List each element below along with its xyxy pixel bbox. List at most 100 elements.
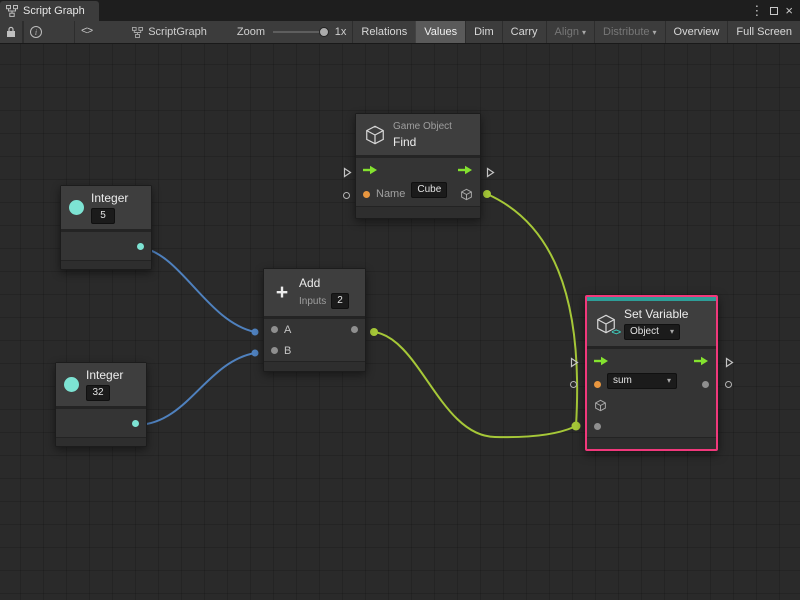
node-header: Game Object Find (356, 114, 480, 158)
graph-toolbar: i <> ScriptGraph Zoom 1x Relations Value… (0, 21, 800, 44)
values-label: Values (424, 26, 457, 38)
breadcrumb-label: ScriptGraph (148, 26, 207, 38)
find-flow-input-port[interactable] (343, 167, 352, 178)
maximize-button[interactable] (770, 7, 778, 15)
wire-integer5-to-add-a[interactable] (143, 248, 255, 332)
distribute-button[interactable]: Distribute ▾ (594, 21, 664, 43)
zoom-value: 1x (335, 26, 347, 38)
find-name-input-port[interactable] (343, 192, 350, 199)
node-header: <> Set Variable Object ▾ (587, 301, 716, 349)
variable-scope-value: Object (630, 326, 659, 338)
code-icon: <> (81, 26, 92, 38)
wire-integer32-to-add-b[interactable] (138, 353, 255, 425)
node-title: Integer (86, 368, 123, 382)
chevron-down-icon: ▾ (653, 28, 657, 37)
target-object-port[interactable] (594, 399, 607, 412)
setvariable-name-input-port[interactable] (570, 381, 577, 388)
wire-add-to-setvariable[interactable] (374, 332, 574, 437)
variable-name-dropdown[interactable]: sum ▾ (607, 373, 677, 389)
wire-find-to-setvariable[interactable] (487, 194, 577, 426)
lock-button[interactable] (0, 21, 23, 43)
node-title: Integer (91, 191, 128, 205)
flow-in-arrow-icon[interactable] (363, 165, 378, 175)
name-input-port[interactable] (363, 191, 370, 198)
variable-name-value: sum (613, 375, 632, 387)
integer-value-field[interactable]: 5 (91, 208, 115, 224)
integer-output-port[interactable] (132, 420, 139, 427)
graph-canvas[interactable]: Integer 5 Integer 32 (0, 44, 800, 600)
add-input-a-label: A (284, 324, 291, 336)
add-sum-output-port[interactable] (351, 326, 358, 333)
flow-out-arrow-icon[interactable] (458, 165, 473, 175)
game-object-output-port[interactable] (460, 188, 473, 201)
inputs-count-field[interactable]: 2 (331, 293, 349, 309)
integer-value-field[interactable]: 32 (86, 385, 110, 401)
dim-button[interactable]: Dim (465, 21, 502, 43)
node-header: Integer 32 (56, 363, 146, 409)
add-input-a-port[interactable] (271, 326, 278, 333)
carry-button[interactable]: Carry (502, 21, 546, 43)
setvariable-flow-output-port[interactable] (725, 357, 734, 368)
zoom-slider-handle[interactable] (319, 27, 329, 37)
close-button[interactable]: × (785, 4, 793, 17)
zoom-label: Zoom (237, 26, 265, 38)
find-node[interactable]: Game Object Find Name Cube (355, 113, 481, 219)
relations-label: Relations (361, 26, 407, 38)
variable-output-port[interactable] (702, 381, 709, 388)
align-label: Align (555, 26, 579, 38)
integer-output-port[interactable] (137, 243, 144, 250)
wire-endpoint[interactable] (252, 329, 259, 336)
add-input-b-label: B (284, 345, 291, 357)
info-button[interactable]: i (23, 21, 48, 43)
add-icon: + (272, 283, 292, 303)
wire-endpoint[interactable] (572, 422, 581, 431)
node-header: + Add Inputs 2 (264, 269, 365, 319)
find-flow-output-port[interactable] (486, 167, 495, 178)
add-input-b-port[interactable] (271, 347, 278, 354)
flow-out-arrow-icon[interactable] (694, 356, 709, 366)
inputs-label: Inputs (299, 296, 326, 307)
carry-label: Carry (511, 26, 538, 38)
name-port-label: Name (376, 188, 405, 200)
node-category: Game Object (393, 121, 452, 132)
script-graph-icon (6, 5, 18, 17)
zoom-slider[interactable] (273, 26, 329, 38)
variable-scope-dropdown[interactable]: Object ▾ (624, 324, 680, 340)
tab-title: Script Graph (23, 5, 85, 17)
wire-endpoint[interactable] (370, 328, 378, 336)
overview-button[interactable]: Overview (665, 21, 728, 43)
script-graph-icon (132, 27, 143, 38)
set-variable-node[interactable]: <> Set Variable Object ▾ sum ▾ (585, 295, 718, 451)
wire-endpoint[interactable] (252, 350, 259, 357)
integer-icon (64, 377, 79, 392)
add-node[interactable]: + Add Inputs 2 A B (263, 268, 366, 372)
setvariable-value-output-port[interactable] (725, 381, 732, 388)
breadcrumb[interactable]: ScriptGraph (132, 26, 207, 38)
node-footer (587, 437, 716, 449)
dim-label: Dim (474, 26, 494, 38)
overview-label: Overview (674, 26, 720, 38)
full-screen-button[interactable]: Full Screen (727, 21, 800, 43)
align-button[interactable]: Align▾ (546, 21, 594, 43)
integer-node-32[interactable]: Integer 32 (55, 362, 147, 447)
edit-source-button[interactable]: <> (74, 21, 98, 43)
name-input-field[interactable]: Cube (411, 182, 447, 198)
distribute-label: Distribute (603, 26, 649, 38)
setvariable-flow-input-port[interactable] (570, 357, 579, 368)
value-input-port[interactable] (594, 423, 601, 430)
relations-button[interactable]: Relations (352, 21, 415, 43)
variable-name-input-port[interactable] (594, 381, 601, 388)
window-menu-button[interactable]: ⋮ (750, 4, 763, 17)
chevron-down-icon: ▾ (582, 28, 586, 37)
node-footer (356, 206, 480, 218)
toolbar-button-group: Relations Values Dim Carry Align▾ Distri… (352, 21, 800, 43)
values-button[interactable]: Values (415, 21, 465, 43)
tab-script-graph[interactable]: Script Graph (0, 1, 99, 21)
flow-in-arrow-icon[interactable] (594, 356, 609, 366)
object-variable-icon: <> (595, 313, 617, 335)
wire-endpoint[interactable] (483, 190, 491, 198)
node-title: Add (299, 276, 349, 290)
window-titlebar: Script Graph ⋮ × (0, 0, 800, 21)
integer-node-5[interactable]: Integer 5 (60, 185, 152, 270)
info-icon: i (30, 26, 42, 38)
